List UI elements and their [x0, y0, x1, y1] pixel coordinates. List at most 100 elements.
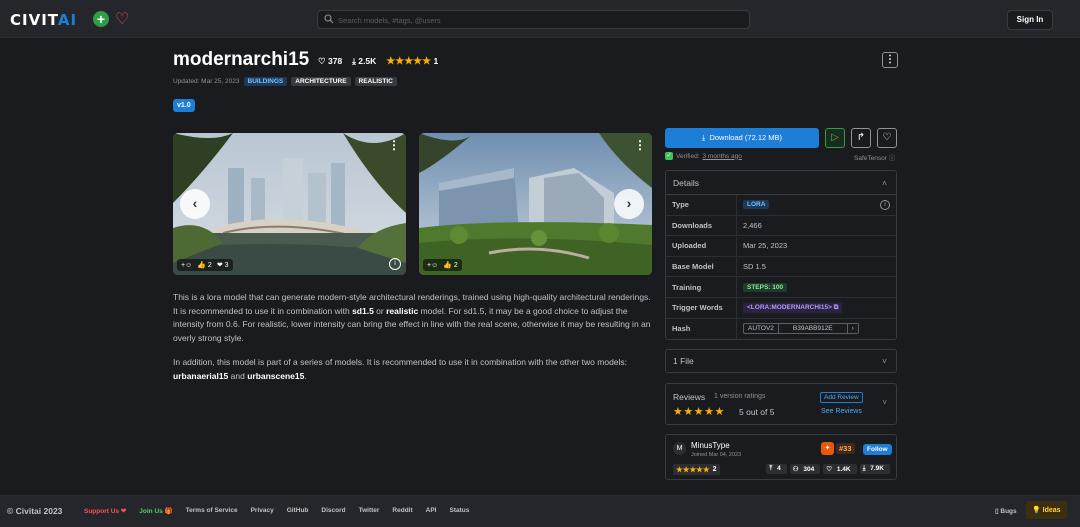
lightbulb-icon: 💡 [1032, 507, 1041, 514]
add-reaction-icon[interactable]: +☺ [181, 262, 192, 269]
thumbs-up-count[interactable]: 👍 2 [197, 261, 212, 269]
like-button[interactable]: ♡ [877, 128, 897, 148]
footer-link-discord[interactable]: Discord [321, 507, 345, 515]
civitai-logo[interactable]: CIVITAI [10, 11, 77, 29]
heart-icon: ♡ [882, 132, 892, 143]
download-icon: ⤓ [701, 133, 706, 142]
follow-button[interactable]: Follow [863, 444, 892, 455]
image-menu-icon[interactable]: ⋮ [388, 138, 400, 152]
details-row-downloads: Downloads 2,466 [666, 215, 896, 237]
share-button[interactable]: ↱ [851, 128, 871, 148]
creator-stats: ⤒ 4 ⚇ 304 ♡ 1.4K ⤓ 7.9K [766, 464, 890, 474]
followers-stat: ⚇ 304 [789, 464, 821, 474]
verified-status: ✓ Verified: 3 months ago [665, 152, 742, 160]
heart-count[interactable]: ❤ 3 [217, 261, 229, 269]
creator-joined: Joined Mar 04, 2023 [691, 452, 742, 458]
model-link-urbanaerial[interactable]: urbanaerial15 [173, 371, 228, 381]
search-bar[interactable] [317, 10, 750, 29]
thumbs-up-count[interactable]: 👍 2 [443, 261, 458, 269]
avatar[interactable]: M [673, 442, 686, 455]
gallery-next-button[interactable]: › [614, 189, 644, 219]
creator-name[interactable]: MinusType [691, 441, 730, 450]
details-row-trigger: Trigger Words <LORA:MODERNARCHI15> ⧉ [666, 297, 896, 319]
star-icons: ★★★★★ [673, 406, 725, 418]
type-badge: LORA [743, 200, 770, 210]
creator-rank: ✦ #33 [821, 442, 855, 455]
model-stats: ♡ 378 ⤓ 2.5K ★★★★★ 1 [318, 56, 438, 67]
details-row-hash: Hash AUTOV2 B39ABB912E › [666, 318, 896, 340]
verified-time-link[interactable]: 3 months ago [703, 153, 742, 160]
creator-card: M MinusType Joined Mar 04, 2023 ✦ #33 Fol… [665, 434, 897, 480]
reviews-panel: Reviews 1 version ratings ★★★★★ 5 out of… [665, 383, 897, 425]
heart-icon[interactable]: ♡ [115, 9, 129, 29]
footer-link-privacy[interactable]: Privacy [251, 507, 274, 515]
description-paragraph-1: This is a lora model that can generate m… [173, 292, 651, 343]
chevron-down-icon: ˅ [882, 356, 887, 366]
footer-link-github[interactable]: GitHub [287, 507, 309, 515]
info-icon[interactable]: i [389, 258, 401, 270]
bug-icon: ▯ [995, 508, 999, 515]
play-icon: ▷ [831, 132, 839, 143]
gallery-prev-button[interactable]: ‹ [180, 189, 210, 219]
see-reviews-link[interactable]: See Reviews [821, 408, 862, 415]
updated-row: Updated: Mar 25, 2023 BUILDINGS ARCHITEC… [173, 77, 397, 86]
rating-stat[interactable]: ★★★★★ 1 [386, 56, 438, 67]
tag-realistic[interactable]: REALISTIC [354, 77, 397, 86]
create-plus-button[interactable]: + [93, 11, 109, 27]
add-reaction-icon[interactable]: +☺ [427, 262, 438, 269]
hash-box[interactable]: AUTOV2 B39ABB912E › [743, 323, 859, 335]
share-icon: ↱ [856, 132, 866, 143]
add-review-button[interactable]: Add Review [820, 392, 863, 403]
image-menu-icon[interactable]: ⋮ [634, 138, 646, 152]
search-input[interactable] [338, 13, 738, 27]
chevron-right-icon: › [846, 324, 858, 334]
run-button[interactable]: ▷ [825, 128, 845, 148]
details-row-uploaded: Uploaded Mar 25, 2023 [666, 236, 896, 257]
tag-architecture[interactable]: ARCHITECTURE [291, 77, 351, 86]
likes-stat: ♡ 378 [318, 56, 343, 66]
updated-date: Updated: Mar 25, 2023 [173, 78, 240, 85]
downloads-stat: ⤓ 7.9K [859, 464, 890, 474]
chevron-up-icon: ˄ [882, 178, 887, 188]
sign-in-button[interactable]: Sign In [1007, 10, 1053, 30]
creator-rating: ★★★★★ 2 [673, 464, 720, 475]
tag-buildings[interactable]: BUILDINGS [243, 77, 288, 86]
files-panel[interactable]: 1 File ˅ [665, 349, 897, 373]
bugs-button[interactable]: ▯ Bugs [995, 507, 1017, 515]
footer-link-reddit[interactable]: Reddit [392, 507, 412, 515]
footer-link-support[interactable]: Support Us ❤ [84, 507, 126, 515]
chevron-down-icon[interactable]: ˅ [882, 398, 887, 407]
footer-link-twitter[interactable]: Twitter [359, 507, 380, 515]
details-row-training: Training STEPS: 100 [666, 277, 896, 298]
uploads-stat: ⤒ 4 [766, 464, 787, 474]
training-badge: STEPS: 100 [743, 282, 788, 292]
details-panel: Details ˄ Type LORA i Downloads 2,466 Upload… [665, 170, 897, 341]
more-options-button[interactable]: ⋮ [882, 52, 898, 68]
model-link-urbanscene[interactable]: urbanscene15 [247, 371, 304, 381]
details-row-type: Type LORA i [666, 195, 896, 216]
copy-icon: ⧉ [833, 303, 839, 311]
top-bar: CIVITAI + ♡ Sign In [0, 0, 1080, 38]
safetensor-label[interactable]: SafeTensor ⓘ [854, 152, 895, 162]
details-header[interactable]: Details ˄ [666, 171, 896, 195]
star-icons: ★★★★★ [386, 56, 432, 67]
footer-link-join[interactable]: Join Us 🎁 [139, 507, 172, 515]
footer-links: Support Us ❤ Join Us 🎁 Terms of Service … [84, 507, 469, 515]
details-row-base-model: Base Model SD 1.5 [666, 256, 896, 278]
trigger-word-badge[interactable]: <LORA:MODERNARCHI15> ⧉ [743, 302, 843, 313]
footer-link-status[interactable]: Status [450, 507, 470, 515]
check-icon: ✓ [665, 152, 673, 160]
likes-stat: ♡ 1.4K [823, 464, 857, 474]
info-icon[interactable]: i [880, 199, 890, 210]
footer-link-api[interactable]: API [426, 507, 437, 515]
search-icon [324, 14, 334, 24]
footer-link-terms[interactable]: Terms of Service [186, 507, 238, 515]
download-button[interactable]: ⤓ Download (72.12 MB) [665, 128, 819, 148]
info-icon: ⓘ [888, 155, 896, 162]
ideas-button[interactable]: 💡 Ideas [1026, 501, 1067, 519]
rank-icon: ✦ [821, 442, 834, 455]
reactions-bar[interactable]: +☺ 👍 2 [423, 259, 462, 271]
version-badge[interactable]: v1.0 [173, 99, 195, 112]
description-paragraph-2: In addition, this model is part of a ser… [173, 357, 628, 381]
reactions-bar[interactable]: +☺ 👍 2 ❤ 3 [177, 259, 233, 271]
